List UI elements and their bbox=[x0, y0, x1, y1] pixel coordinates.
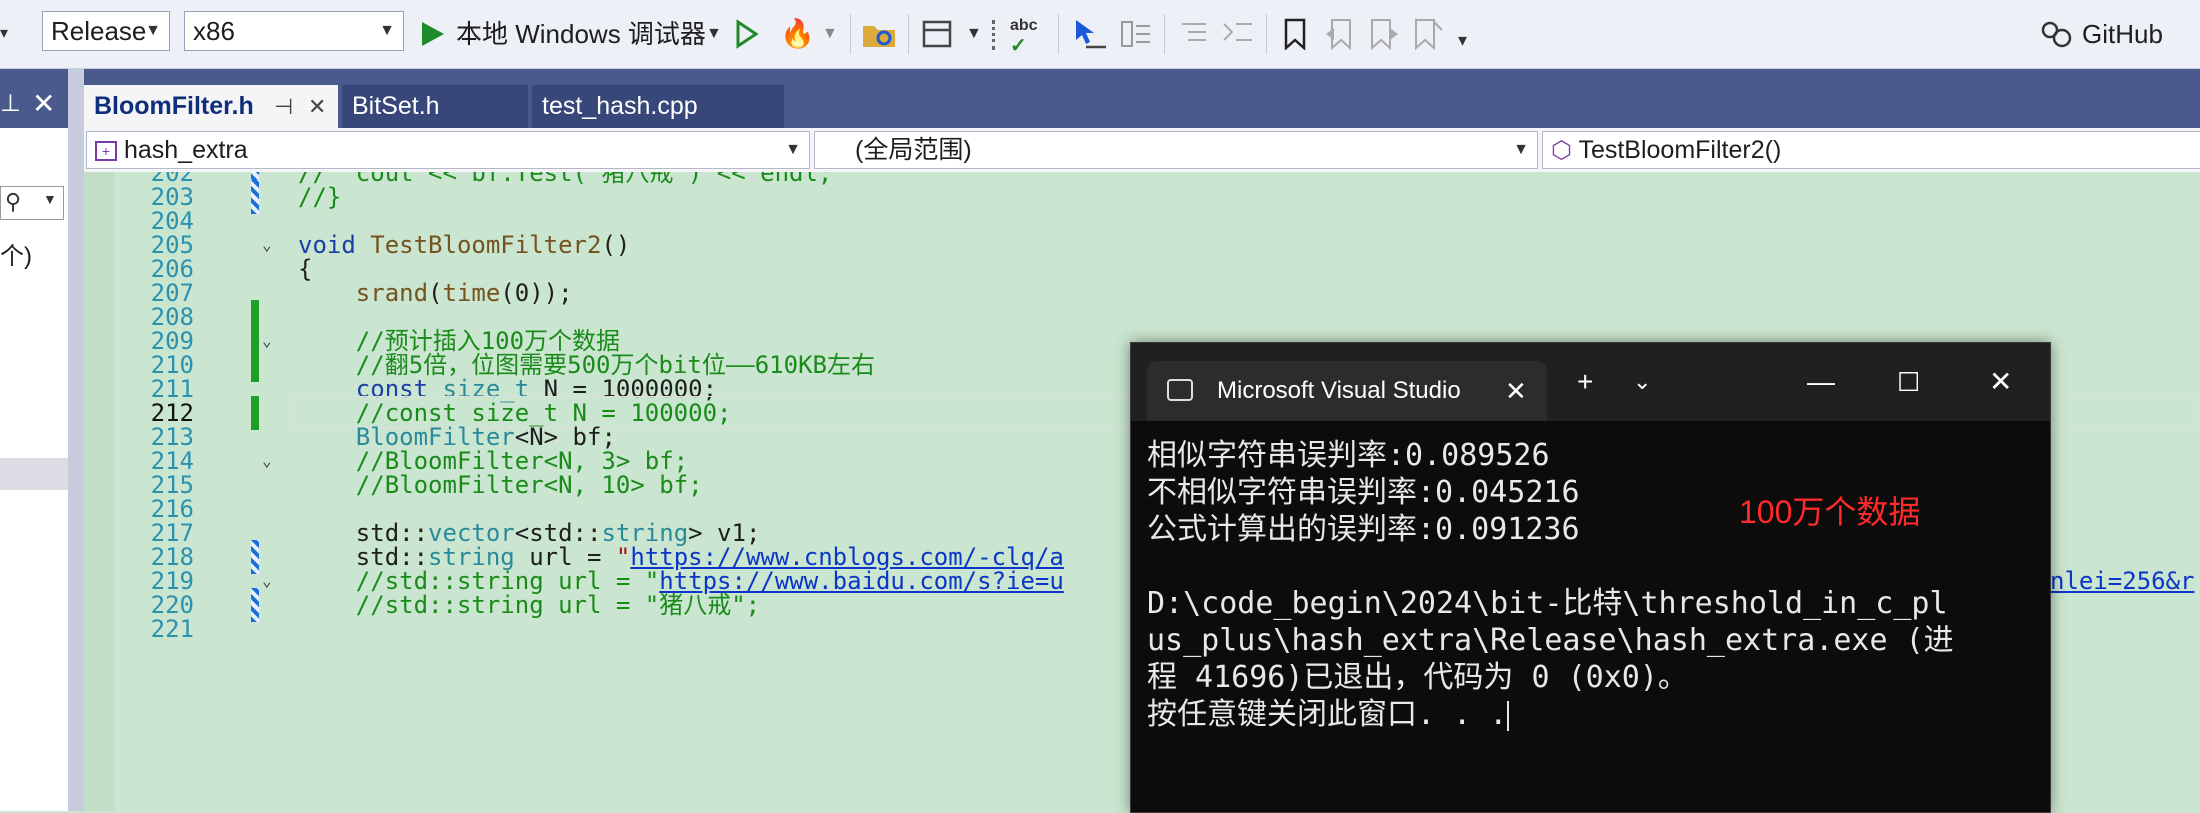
member-label: TestBloomFilter2() bbox=[1578, 136, 1782, 164]
panel-splitter[interactable] bbox=[68, 69, 84, 811]
platform-value: x86 bbox=[193, 16, 235, 46]
comment-icon[interactable] bbox=[1178, 20, 1210, 53]
debugger-label[interactable]: 本地 Windows 调试器 bbox=[456, 0, 706, 68]
project-label: hash_extra bbox=[123, 136, 248, 164]
chevron-down-icon: ▼ bbox=[785, 141, 801, 158]
chevron-down-icon[interactable]: ⌄ bbox=[1633, 343, 1651, 421]
tab-label: BitSet.h bbox=[352, 92, 440, 120]
console-tab-title: Microsoft Visual Studio bbox=[1217, 377, 1461, 404]
console-line: 程 41696)已退出，代码为 0 (0x0)。 bbox=[1147, 660, 1688, 695]
folder-icon[interactable] bbox=[862, 20, 896, 53]
bookmark-icon[interactable] bbox=[1282, 18, 1308, 55]
navigation-bar: + hash_extra ▼ (全局范围) ▼ ⬡ TestBloomFilte… bbox=[84, 128, 2200, 173]
text-cursor bbox=[1507, 700, 1510, 731]
project-dropdown[interactable]: + hash_extra ▼ bbox=[86, 131, 810, 169]
search-icon: ⚲ bbox=[5, 189, 22, 214]
annotation-label: 100万个数据 bbox=[1739, 494, 1921, 530]
method-icon: ⬡ bbox=[1551, 137, 1572, 164]
bookmark-prev-icon[interactable] bbox=[1324, 18, 1356, 55]
github-icon[interactable] bbox=[2040, 20, 2072, 55]
tab-bitset-h[interactable]: BitSet.h bbox=[342, 85, 528, 128]
configuration-value: Release bbox=[51, 16, 147, 46]
tab-bloomfilter-h[interactable]: BloomFilter.h ⊣ ✕ bbox=[84, 85, 338, 128]
console-line: 相似字符串误判率:0.089526 bbox=[1147, 438, 1550, 473]
console-line: D:\code_begin\2024\bit-比特\threshold_in_c… bbox=[1147, 586, 1948, 621]
chevron-down-icon[interactable]: ▼ bbox=[966, 0, 982, 68]
chevron-down-icon: ▼ bbox=[43, 191, 57, 207]
pin-icon[interactable]: ⊣ bbox=[274, 85, 293, 128]
document-tab-strip: ⊥ ✕ BloomFilter.h ⊣ ✕ BitSet.h test_hash… bbox=[0, 69, 2200, 128]
start-debugging-button[interactable] bbox=[420, 0, 446, 68]
solution-explorer-panel: ⚲ ▼ 个) bbox=[0, 128, 68, 811]
main-toolbar: ▾ Release ▼ x86 ▼ 本地 Windows 调试器 ▼ 🔥 ▼ ▼… bbox=[0, 0, 2200, 117]
hot-reload-icon[interactable]: 🔥 bbox=[780, 0, 815, 68]
overflow-icon[interactable]: ▾ bbox=[1458, 0, 1467, 80]
close-icon[interactable]: ✕ bbox=[308, 85, 326, 128]
start-without-debugging-button[interactable] bbox=[734, 0, 760, 68]
chevron-down-icon[interactable]: ▼ bbox=[822, 0, 838, 68]
bookmark-next-icon[interactable] bbox=[1368, 18, 1400, 55]
platform-select[interactable]: x86 ▼ bbox=[184, 11, 404, 51]
chevron-down-icon[interactable]: ▼ bbox=[706, 0, 722, 68]
console-output: 相似字符串误判率:0.089526 不相似字符串误判率:0.045216 公式计算出… bbox=[1147, 437, 2037, 733]
indent-icon[interactable] bbox=[1118, 18, 1152, 55]
configuration-select[interactable]: Release ▼ bbox=[42, 11, 170, 51]
line-number: 221 bbox=[150, 615, 194, 643]
chevron-down-icon: ▼ bbox=[379, 22, 395, 39]
console-tab[interactable]: Microsoft Visual Studio ✕ bbox=[1147, 361, 1547, 421]
chevron-down-icon: ▼ bbox=[1513, 141, 1529, 158]
window-layout-icon[interactable] bbox=[922, 20, 952, 53]
tab-test-hash-cpp[interactable]: test_hash.cpp bbox=[532, 85, 784, 128]
play-outline-icon bbox=[736, 19, 759, 49]
play-icon bbox=[422, 22, 444, 46]
console-line: 按任意键关闭此窗口. . . bbox=[1147, 697, 1510, 732]
scope-label: (全局范围) bbox=[855, 136, 972, 164]
bookmark-clear-icon[interactable] bbox=[1412, 18, 1444, 55]
selected-tree-row[interactable] bbox=[0, 458, 68, 490]
close-window-button[interactable]: ✕ bbox=[1989, 343, 2012, 421]
minimize-button[interactable]: — bbox=[1807, 343, 1835, 421]
uncomment-icon[interactable] bbox=[1220, 20, 1254, 53]
toolbar-separator bbox=[908, 14, 909, 54]
search-box[interactable]: ⚲ ▼ bbox=[0, 186, 64, 220]
chevron-down-icon: ▼ bbox=[145, 22, 161, 39]
pointer-icon[interactable] bbox=[1072, 18, 1106, 55]
new-tab-button[interactable]: + bbox=[1577, 343, 1593, 421]
toolbar-separator bbox=[850, 14, 851, 54]
console-window[interactable]: Microsoft Visual Studio ✕ + ⌄ — ☐ ✕ 相似字符… bbox=[1130, 342, 2051, 813]
close-icon[interactable]: ✕ bbox=[32, 87, 55, 120]
terminal-icon bbox=[1167, 379, 1193, 401]
toolbar-separator bbox=[1266, 14, 1267, 54]
member-dropdown[interactable]: ⬡ TestBloomFilter2() bbox=[1542, 131, 2200, 169]
drag-handle[interactable] bbox=[992, 20, 1001, 50]
scope-dropdown[interactable]: (全局范围) ▼ bbox=[814, 131, 1538, 169]
tab-label: BloomFilter.h bbox=[94, 92, 254, 120]
console-line: us_plus\hash_extra\Release\hash_extra.ex… bbox=[1147, 623, 1954, 658]
tree-item-label[interactable]: 个) bbox=[0, 236, 32, 271]
toolbar-separator bbox=[1164, 14, 1165, 54]
tab-label: test_hash.cpp bbox=[542, 92, 698, 120]
project-icon: + bbox=[95, 141, 117, 162]
spellcheck-icon[interactable]: abc ✓ bbox=[1010, 16, 1038, 58]
maximize-button[interactable]: ☐ bbox=[1897, 343, 1920, 421]
pin-icon[interactable]: ⊥ bbox=[0, 89, 21, 118]
toolbar-separator bbox=[1058, 14, 1059, 54]
close-icon[interactable]: ✕ bbox=[1505, 361, 1527, 421]
console-titlebar: Microsoft Visual Studio ✕ + ⌄ — ☐ ✕ bbox=[1131, 343, 2050, 421]
chevron-down-icon[interactable]: ▾ bbox=[0, 0, 8, 68]
